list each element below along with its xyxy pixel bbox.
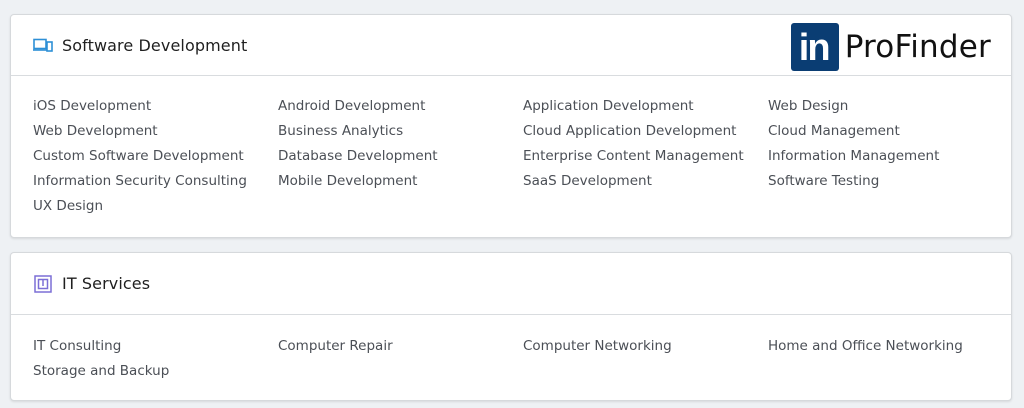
section-title: IT Services (62, 274, 151, 293)
category-link[interactable]: Web Development (33, 121, 278, 146)
category-link[interactable]: Information Security Consulting (33, 171, 278, 196)
category-link-grid: IT Consulting Computer Repair Computer N… (11, 315, 1011, 386)
section-header: IT Services (11, 253, 1011, 315)
category-link[interactable]: Cloud Application Development (523, 121, 768, 146)
section-header: Software Development in ProFinder (11, 15, 1011, 76)
profinder-categories-page: Software Development in ProFinder iOS De… (0, 0, 1024, 408)
section-title: Software Development (62, 35, 248, 55)
linkedin-profinder-logo[interactable]: in ProFinder (790, 22, 991, 71)
category-link[interactable]: Business Analytics (278, 121, 523, 146)
category-link[interactable]: UX Design (33, 196, 278, 221)
category-link[interactable]: Mobile Development (278, 171, 523, 196)
category-link[interactable]: SaaS Development (523, 171, 768, 196)
devices-icon (33, 35, 53, 55)
linkedin-in-icon: in (790, 22, 839, 71)
category-link[interactable]: Computer Networking (523, 336, 768, 361)
category-link[interactable]: Storage and Backup (33, 361, 278, 386)
category-link-grid: iOS Development Android Development Appl… (11, 76, 1011, 221)
category-link[interactable]: Cloud Management (768, 121, 1013, 146)
category-link[interactable]: Android Development (278, 96, 523, 121)
category-link[interactable]: Enterprise Content Management (523, 146, 768, 171)
category-link[interactable]: iOS Development (33, 96, 278, 121)
category-link[interactable]: IT Consulting (33, 336, 278, 361)
category-link[interactable]: Home and Office Networking (768, 336, 1013, 361)
section-card-it-services: IT Services IT Consulting Computer Repai… (10, 252, 1012, 401)
profinder-wordmark: ProFinder (844, 28, 991, 65)
chip-icon (33, 274, 53, 294)
category-link[interactable]: Web Design (768, 96, 1013, 121)
category-link[interactable]: Computer Repair (278, 336, 523, 361)
category-link[interactable]: Custom Software Development (33, 146, 278, 171)
category-link[interactable]: Application Development (523, 96, 768, 121)
category-link[interactable]: Information Management (768, 146, 1013, 171)
section-card-software-development: Software Development in ProFinder iOS De… (10, 14, 1012, 238)
category-link[interactable]: Database Development (278, 146, 523, 171)
category-link[interactable]: Software Testing (768, 171, 1013, 196)
